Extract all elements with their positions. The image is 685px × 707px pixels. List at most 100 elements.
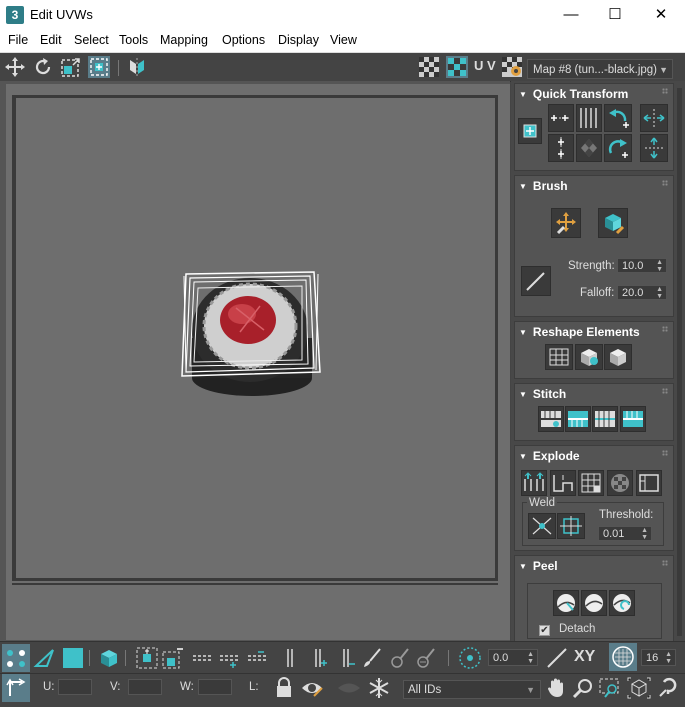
uv-wireframe[interactable] <box>178 268 328 380</box>
menu-display[interactable]: Display <box>278 33 319 47</box>
break-button[interactable] <box>521 470 547 496</box>
loop-shrink-icon[interactable] <box>246 646 270 670</box>
relax-until-flat-button[interactable] <box>575 344 603 370</box>
scale-icon[interactable] <box>60 56 82 78</box>
relax-brush-button[interactable] <box>598 208 628 238</box>
rollout-title[interactable]: ▼ Quick Transform <box>519 87 628 101</box>
grip-icon[interactable] <box>662 88 668 94</box>
menu-file[interactable]: File <box>8 33 28 47</box>
xy-axis-toggle[interactable]: XY <box>574 648 595 666</box>
lock-icon[interactable] <box>273 676 295 700</box>
paint-select-grow-icon[interactable] <box>388 646 412 670</box>
flatten-by-smoothing-button[interactable] <box>607 470 633 496</box>
straighten-button[interactable] <box>545 344 573 370</box>
grip-icon[interactable] <box>662 326 668 332</box>
loop-icon[interactable] <box>191 646 215 670</box>
ring-icon[interactable] <box>278 646 302 670</box>
edge-mode-icon[interactable] <box>33 646 57 670</box>
align-horizontal-button[interactable] <box>548 104 574 132</box>
grow-selection-icon[interactable] <box>135 646 159 670</box>
peel-mode-button[interactable] <box>581 590 607 616</box>
space-horizontal-button[interactable] <box>576 104 602 132</box>
grip-icon[interactable] <box>662 560 668 566</box>
minimize-button[interactable]: — <box>548 0 594 30</box>
rotate-cw-button[interactable] <box>604 134 632 162</box>
stitch-average-button[interactable] <box>592 406 618 432</box>
menu-select[interactable]: Select <box>74 33 109 47</box>
threshold-spinner[interactable]: 0.01 ▲ ▼ <box>598 526 652 541</box>
brush-size-button[interactable] <box>521 266 551 296</box>
shrink-selection-icon[interactable] <box>161 646 185 670</box>
weld-selected-button[interactable] <box>528 513 556 539</box>
ring-shrink-icon[interactable] <box>334 646 358 670</box>
menu-edit[interactable]: Edit <box>40 33 62 47</box>
menu-mapping[interactable]: Mapping <box>160 33 208 47</box>
menu-options[interactable]: Options <box>222 33 265 47</box>
move-icon[interactable] <box>4 56 26 78</box>
stitch-to-target-button[interactable] <box>565 406 591 432</box>
falloff-spinner[interactable]: 20.0 ▲ ▼ <box>617 285 667 300</box>
space-vertical-button[interactable] <box>576 134 602 162</box>
uv-label[interactable]: U V <box>474 58 496 73</box>
w-input[interactable] <box>198 679 232 695</box>
menu-tools[interactable]: Tools <box>119 33 148 47</box>
loop-grow-icon[interactable] <box>218 646 242 670</box>
v-input[interactable] <box>128 679 162 695</box>
hide-icon[interactable] <box>300 676 324 700</box>
show-map-icon[interactable] <box>446 56 468 78</box>
relax-button[interactable] <box>604 344 632 370</box>
stitch-to-source-button[interactable] <box>620 406 646 432</box>
flip-horizontal-button[interactable] <box>640 104 668 132</box>
unhide-icon[interactable] <box>336 678 362 698</box>
menu-view[interactable]: View <box>330 33 357 47</box>
rotation-spinner[interactable]: 0.0 ▲ ▼ <box>488 649 538 666</box>
mirror-icon[interactable] <box>126 56 148 78</box>
rollout-title[interactable]: ▼ Brush <box>519 179 568 193</box>
grid-size-spinner[interactable]: 16 ▲ ▼ <box>641 649 676 666</box>
grip-icon[interactable] <box>662 388 668 394</box>
transform-pivot-button[interactable] <box>518 118 542 144</box>
detach-edge-button[interactable] <box>550 470 576 496</box>
zoom-region-icon[interactable] <box>598 677 622 699</box>
weld-target-button[interactable] <box>557 513 585 539</box>
face-mode-icon[interactable] <box>61 646 85 670</box>
rotate-ccw-button[interactable] <box>604 104 632 132</box>
rotate-icon[interactable] <box>32 56 54 78</box>
frame-selected-icon[interactable] <box>627 677 651 699</box>
ring-grow-icon[interactable] <box>306 646 330 670</box>
grip-icon[interactable] <box>662 450 668 456</box>
spinner-arrows-icon[interactable]: ▲ ▼ <box>656 286 663 300</box>
paint-move-button[interactable] <box>551 208 581 238</box>
zoom-extents-icon[interactable] <box>656 676 680 700</box>
grid-snap-button[interactable] <box>609 643 637 671</box>
strength-spinner[interactable]: 10.0 ▲ ▼ <box>617 258 667 273</box>
rollout-title[interactable]: ▼ Peel <box>519 559 558 573</box>
freeze-icon[interactable] <box>368 677 390 699</box>
close-button[interactable]: ✕ <box>638 0 684 30</box>
paint-select-icon[interactable] <box>360 646 384 670</box>
absolute-offset-toggle[interactable] <box>2 674 30 702</box>
map-select[interactable]: Map #8 (tun...-black.jpg) ▼ <box>527 59 673 79</box>
material-id-select[interactable]: All IDs ▼ <box>403 680 541 699</box>
paint-select-shrink-icon[interactable] <box>414 646 438 670</box>
detach-checkbox[interactable]: ✔ <box>539 625 550 636</box>
align-vertical-button[interactable] <box>548 134 574 162</box>
freeform-icon[interactable] <box>88 56 110 78</box>
quick-peel-button[interactable] <box>553 590 579 616</box>
spinner-arrows-icon[interactable]: ▲ ▼ <box>527 651 534 665</box>
grip-icon[interactable] <box>662 180 668 186</box>
pan-hand-icon[interactable] <box>545 677 567 699</box>
rollout-title[interactable]: ▼ Explode <box>519 449 580 463</box>
vertex-mode-button[interactable] <box>2 644 30 672</box>
texture-settings-icon[interactable] <box>501 56 523 78</box>
spinner-arrows-icon[interactable]: ▲ ▼ <box>641 527 648 541</box>
spinner-arrows-icon[interactable]: ▲ ▼ <box>665 651 672 665</box>
flip-vertical-button[interactable] <box>640 134 668 162</box>
zoom-icon[interactable] <box>572 677 594 699</box>
flatten-by-material-button[interactable] <box>636 470 662 496</box>
flatten-by-polygon-button[interactable] <box>578 470 604 496</box>
soft-selection-icon[interactable] <box>457 645 483 671</box>
maximize-button[interactable]: ☐ <box>592 0 638 30</box>
reset-peel-button[interactable] <box>609 590 635 616</box>
spinner-arrows-icon[interactable]: ▲ ▼ <box>656 259 663 273</box>
